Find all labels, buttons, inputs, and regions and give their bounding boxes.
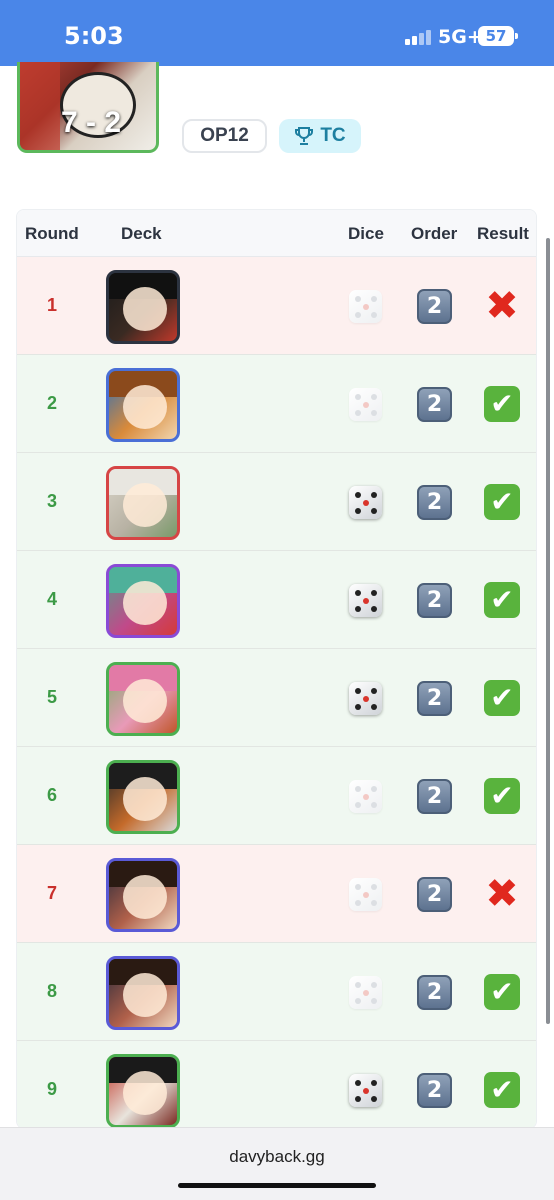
dice-icon [349,976,382,1009]
table-row: 6 2 ✔ [17,747,536,845]
table-row: 1 2 ✖ [17,257,536,355]
dice-icon [349,584,382,617]
deck-leader-image[interactable] [106,1054,180,1128]
dice-icon [349,682,382,715]
order-badge: 2 [417,975,452,1010]
order-badge: 2 [417,485,452,520]
deck-leader-image[interactable] [106,368,180,442]
table-row: 5 2 ✔ [17,649,536,747]
table-row: 8 2 ✔ [17,943,536,1041]
check-icon: ✔ [484,680,520,716]
order-badge: 2 [417,1073,452,1108]
round-number: 4 [46,589,57,609]
header-order: Order [411,224,458,243]
check-icon: ✔ [484,484,520,520]
round-number: 9 [46,1079,57,1099]
header-round: Round [25,224,79,243]
order-badge: 2 [417,289,452,324]
round-number: 6 [46,785,57,805]
event-badge-label: TC [320,125,346,146]
battery-icon: 57 [478,26,518,46]
browser-bar: davyback.gg [0,1127,554,1200]
network-type: 5G+ [438,26,483,48]
dice-icon [349,290,382,323]
deck-leader-image[interactable] [106,466,180,540]
rounds-table: Round Deck Dice Order Result 1 2 ✖ 2 2 ✔ 3 2 ✔ 4 2… [16,209,537,1129]
deck-leader-image[interactable] [106,760,180,834]
signal-icon [405,30,431,45]
order-badge: 2 [417,387,452,422]
dice-icon [349,388,382,421]
dice-icon [349,878,382,911]
url-field[interactable]: davyback.gg [0,1147,554,1167]
round-number: 2 [46,393,57,413]
check-icon: ✔ [484,974,520,1010]
status-bar: 5:03 5G+ 57 [0,0,554,66]
check-icon: ✔ [484,1072,520,1108]
order-badge: 2 [417,583,452,618]
scrollbar[interactable] [546,238,550,1024]
order-badge: 2 [417,681,452,716]
set-badge[interactable]: OP12 [182,119,267,153]
check-icon: ✔ [484,778,520,814]
deck-leader-image[interactable] [106,270,180,344]
round-number: 7 [46,883,57,903]
cross-icon: ✖ [485,283,519,329]
order-badge: 2 [417,779,452,814]
deck-leader-image[interactable] [106,662,180,736]
trophy-icon [295,127,314,145]
leader-avatar: 7 - 2 [17,62,159,153]
table-row: 3 2 ✔ [17,453,536,551]
header-dice: Dice [348,224,384,243]
header-deck: Deck [121,224,162,243]
table-row: 4 2 ✔ [17,551,536,649]
table-row: 7 2 ✖ [17,845,536,943]
dice-icon [349,780,382,813]
deck-leader-image[interactable] [106,956,180,1030]
dice-icon [349,1074,382,1107]
table-row: 2 2 ✔ [17,355,536,453]
match-score: 7 - 2 [60,106,122,139]
round-number: 3 [46,491,57,511]
round-number: 8 [46,981,57,1001]
event-badge[interactable]: TC [279,119,361,153]
deck-leader-image[interactable] [106,858,180,932]
order-badge: 2 [417,877,452,912]
cross-icon: ✖ [485,871,519,917]
check-icon: ✔ [484,582,520,618]
round-number: 5 [46,687,57,707]
round-number: 1 [46,295,57,315]
header-result: Result [477,224,529,243]
status-time: 5:03 [64,22,124,50]
table-row: 9 2 ✔ [17,1041,536,1128]
home-indicator[interactable] [178,1183,376,1188]
check-icon: ✔ [484,386,520,422]
dice-icon [349,486,382,519]
deck-leader-image[interactable] [106,564,180,638]
table-header: Round Deck Dice Order Result [17,210,536,257]
